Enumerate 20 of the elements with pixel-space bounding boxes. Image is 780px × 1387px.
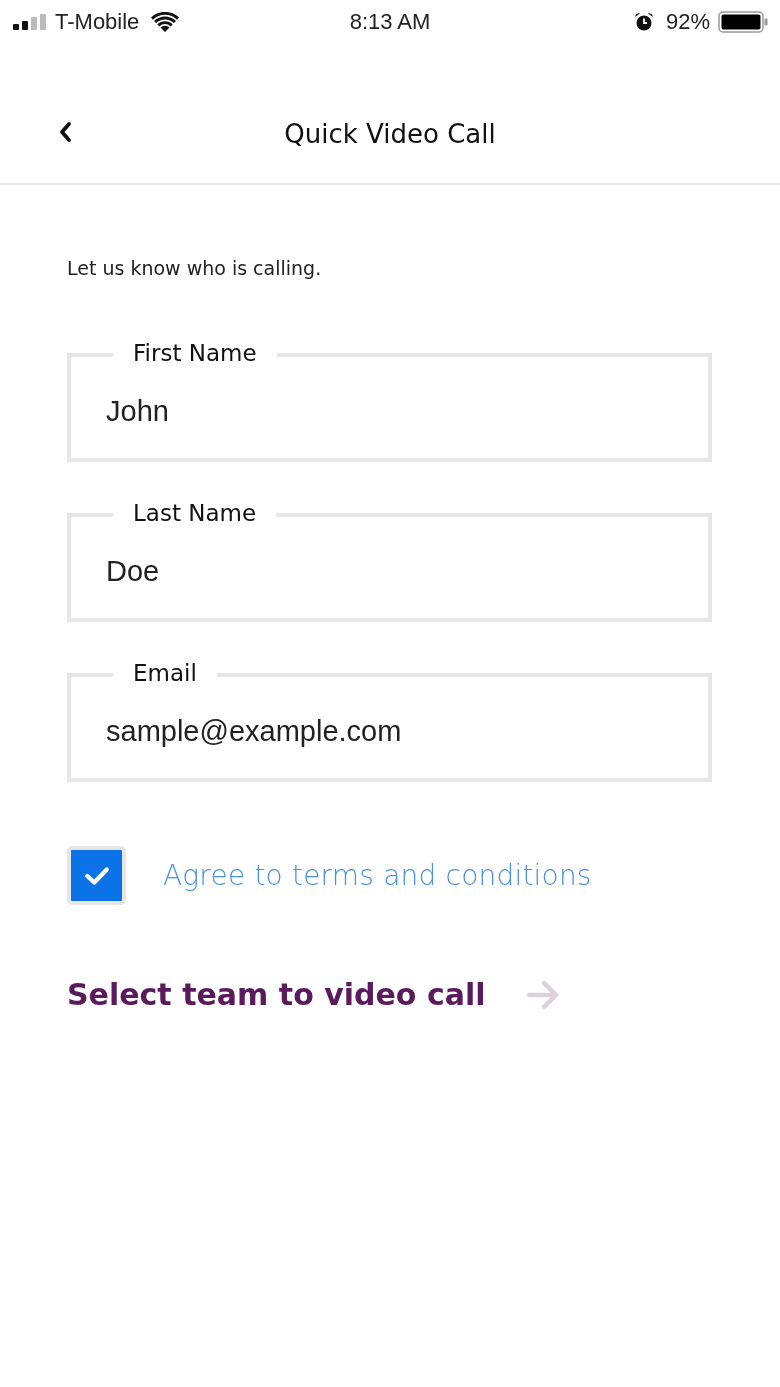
- carrier-name: T-Mobile: [55, 9, 140, 35]
- field-value: John: [106, 395, 169, 428]
- battery-percentage: 92%: [665, 9, 710, 35]
- text-field[interactable]: First Name John: [67, 336, 712, 462]
- chevron-left-icon: [58, 121, 72, 143]
- alarm-clock-icon: [633, 12, 654, 32]
- checkmark-icon: [83, 864, 110, 887]
- screen-title: Quick Video Call: [284, 119, 496, 149]
- arrow-right-icon: [525, 979, 560, 1010]
- signal-icon: [13, 14, 47, 30]
- field-value: Doe: [106, 555, 160, 588]
- status-time: 8:13 AM: [349, 9, 431, 35]
- text-field[interactable]: Last Name Doe: [67, 496, 712, 622]
- text-field[interactable]: Email sample@example.com: [67, 656, 712, 782]
- field-value: sample@example.com: [106, 715, 402, 748]
- intro-text: Let us know who is calling.: [67, 257, 323, 279]
- wifi-icon: [151, 12, 180, 32]
- checkbox[interactable]: [67, 846, 126, 905]
- select-team-button[interactable]: Select team to video call: [67, 977, 560, 1012]
- battery-icon: [718, 11, 768, 33]
